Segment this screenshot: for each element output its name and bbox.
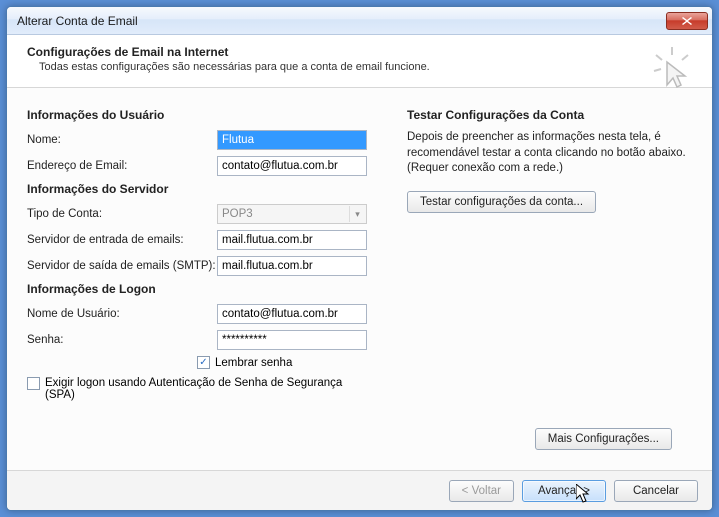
- input-username[interactable]: [217, 304, 367, 324]
- label-remember: Lembrar senha: [215, 357, 292, 369]
- label-name: Nome:: [27, 134, 217, 146]
- content-area: Informações do Usuário Nome: Endereço de…: [7, 88, 712, 470]
- test-settings-button[interactable]: Testar configurações da conta...: [407, 191, 596, 213]
- window-title: Alterar Conta de Email: [17, 14, 666, 28]
- input-incoming[interactable]: [217, 230, 367, 250]
- header-panel: Configurações de Email na Internet Todas…: [7, 35, 712, 88]
- cursor-click-icon: [650, 45, 694, 89]
- label-email: Endereço de Email:: [27, 160, 217, 172]
- checkmark-icon: ✓: [199, 357, 207, 368]
- label-outgoing: Servidor de saída de emails (SMTP):: [27, 260, 217, 272]
- input-name[interactable]: [217, 130, 367, 150]
- select-account-type: POP3 ▾: [217, 204, 367, 224]
- section-test-title: Testar Configurações da Conta: [407, 108, 692, 122]
- titlebar: Alterar Conta de Email: [7, 7, 712, 35]
- close-icon: [682, 17, 692, 25]
- label-password: Senha:: [27, 334, 217, 346]
- close-button[interactable]: [666, 12, 708, 30]
- row-outgoing: Servidor de saída de emails (SMTP):: [27, 256, 387, 276]
- row-name: Nome:: [27, 130, 387, 150]
- input-outgoing[interactable]: [217, 256, 367, 276]
- input-email[interactable]: [217, 156, 367, 176]
- dialog-window: Alterar Conta de Email Configurações de …: [6, 6, 713, 511]
- next-button[interactable]: Avançar >: [522, 480, 606, 502]
- back-button: < Voltar: [449, 480, 514, 502]
- header-title: Configurações de Email na Internet: [27, 45, 696, 59]
- right-column: Testar Configurações da Conta Depois de …: [407, 104, 692, 462]
- chevron-down-icon: ▾: [349, 206, 365, 222]
- label-username: Nome de Usuário:: [27, 308, 217, 320]
- row-account-type: Tipo de Conta: POP3 ▾: [27, 204, 387, 224]
- select-account-type-value: POP3: [222, 208, 253, 220]
- row-username: Nome de Usuário:: [27, 304, 387, 324]
- more-settings-button[interactable]: Mais Configurações...: [535, 428, 672, 450]
- checkbox-spa[interactable]: [27, 377, 40, 390]
- section-user-info: Informações do Usuário: [27, 108, 387, 122]
- label-account-type: Tipo de Conta:: [27, 208, 217, 220]
- test-description: Depois de preencher as informações nesta…: [407, 130, 692, 177]
- checkbox-remember[interactable]: ✓: [197, 356, 210, 369]
- row-spa: Exigir logon usando Autenticação de Senh…: [27, 377, 387, 401]
- input-password[interactable]: [217, 330, 367, 350]
- label-incoming: Servidor de entrada de emails:: [27, 234, 217, 246]
- row-password: Senha:: [27, 330, 387, 350]
- label-spa: Exigir logon usando Autenticação de Senh…: [45, 377, 365, 401]
- cancel-button[interactable]: Cancelar: [614, 480, 698, 502]
- row-remember: ✓ Lembrar senha: [27, 356, 387, 369]
- section-logon-info: Informações de Logon: [27, 282, 387, 296]
- footer-bar: < Voltar Avançar > Cancelar: [7, 470, 712, 510]
- header-desc: Todas estas configurações são necessária…: [27, 61, 696, 73]
- row-email: Endereço de Email:: [27, 156, 387, 176]
- row-incoming: Servidor de entrada de emails:: [27, 230, 387, 250]
- left-column: Informações do Usuário Nome: Endereço de…: [27, 104, 387, 462]
- section-server-info: Informações do Servidor: [27, 182, 387, 196]
